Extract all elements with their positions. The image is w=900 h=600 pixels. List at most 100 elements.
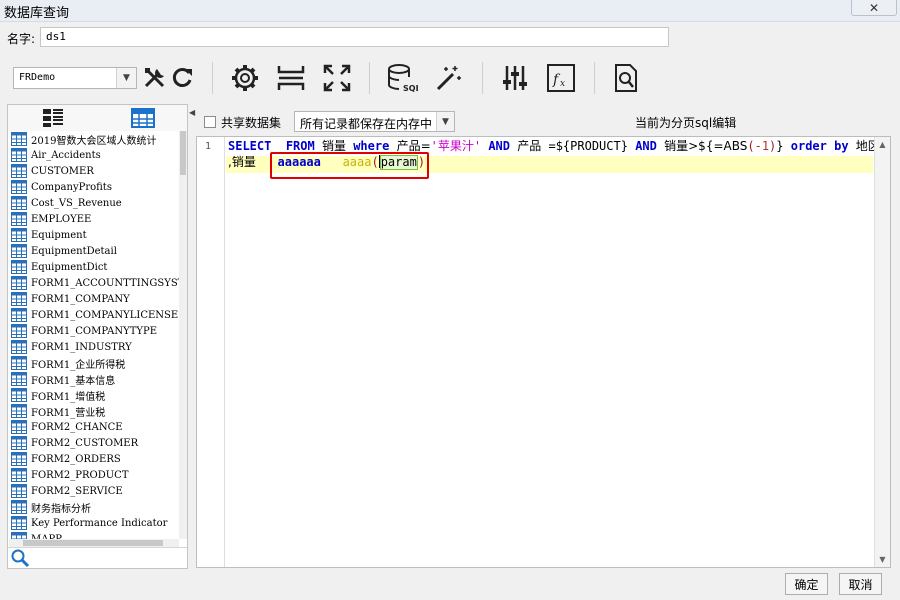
table-list-panel: 2019智数大会区域人数统计 Air_Accidents CUSTOMER Compa… — [7, 104, 188, 569]
table-list-item[interactable]: FORM1_COMPANY — [9, 291, 179, 307]
table-icon — [11, 228, 27, 242]
share-dataset-label: 共享数据集 — [221, 116, 282, 130]
table-list-item[interactable]: FORM1_企业所得税 — [9, 355, 179, 371]
sql-editor[interactable]: 1 SELECT FROM 销量 where 产品='苹果汁' AND 产品 =… — [196, 136, 891, 568]
brace: } — [776, 139, 784, 153]
sliders-icon[interactable] — [499, 62, 531, 94]
table-name: FORM2_CUSTOMER — [31, 437, 139, 449]
table-list-item[interactable]: FORM1_COMPANYTYPE — [9, 323, 179, 339]
table-icon — [11, 372, 27, 386]
table-icon — [11, 196, 27, 210]
table-icon — [11, 132, 27, 146]
table-list-item[interactable]: FORM1_营业税 — [9, 403, 179, 419]
table-list-item[interactable]: EquipmentDict — [9, 259, 179, 275]
search-icon — [11, 549, 30, 568]
formula-fx-icon[interactable]: fx — [545, 62, 577, 94]
ident-sales-formula: 销量>${=ABS — [664, 139, 748, 153]
table-icon — [11, 212, 27, 226]
table-list-item[interactable]: 2019智数大会区域人数统计 — [9, 131, 179, 147]
table-list-item[interactable]: FORM2_SERVICE — [9, 483, 179, 499]
table-search-bar[interactable] — [8, 547, 187, 568]
preview-search-icon[interactable] — [610, 62, 642, 94]
table-icon — [11, 452, 27, 466]
kw-from: FROM — [285, 139, 315, 153]
table-icon — [11, 340, 27, 354]
table-list-item[interactable]: Equipment — [9, 227, 179, 243]
refresh-icon[interactable] — [166, 62, 198, 94]
table-list-item[interactable]: Cost_VS_Revenue — [9, 195, 179, 211]
toolbar-separator — [369, 62, 370, 94]
table-icon — [11, 468, 27, 482]
kw-where: where — [353, 139, 390, 153]
table-list-item[interactable]: CUSTOMER — [9, 163, 179, 179]
table-name: FORM2_CHANCE — [31, 421, 123, 433]
list-view-tab[interactable] — [41, 107, 65, 129]
table-name: FORM1_COMPANYTYPE — [31, 325, 158, 337]
close-button[interactable]: ✕ — [851, 0, 897, 16]
scroll-down-icon[interactable]: ▼ — [875, 552, 890, 567]
table-name: FORM1_营业税 — [31, 407, 106, 419]
name-input[interactable]: ds1 — [40, 27, 669, 47]
table-list-vscroll[interactable] — [179, 131, 187, 539]
table-list-item[interactable]: FORM2_ORDERS — [9, 451, 179, 467]
table-list-item[interactable]: FORM1_ACCOUNTTINGSYSTEM — [9, 275, 179, 291]
ok-button[interactable]: 确定 — [785, 573, 828, 595]
table-list-item[interactable]: EMPLOYEE — [9, 211, 179, 227]
table-list-hscroll[interactable] — [9, 539, 179, 547]
table-name: EquipmentDetail — [31, 245, 117, 257]
name-label: 名字: — [7, 32, 36, 46]
fullscreen-expand-icon[interactable] — [321, 62, 353, 94]
window-title: 数据库查询 — [4, 6, 70, 21]
table-name: Air_Accidents — [31, 149, 101, 161]
kw-and: AND — [488, 139, 510, 153]
table-list-item[interactable]: FORM1_COMPANYLICENSE — [9, 307, 179, 323]
table-name: CompanyProfits — [31, 181, 112, 193]
table-name: FORM1_企业所得税 — [31, 359, 126, 371]
datasource-select[interactable]: FRDemo ▼ — [13, 67, 137, 89]
table-list-item[interactable]: FORM2_PRODUCT — [9, 467, 179, 483]
table-list-item[interactable]: 财务指标分析 — [9, 499, 179, 515]
table-icon — [11, 260, 27, 274]
table-list-item[interactable]: FORM2_CUSTOMER — [9, 435, 179, 451]
sql-database-icon[interactable]: SQL — [386, 62, 418, 94]
table-icon — [11, 484, 27, 498]
line-number-gutter: 1 — [197, 137, 225, 567]
table-list-item[interactable]: MAPP — [9, 531, 179, 539]
table-name: FORM1_COMPANY — [31, 293, 130, 305]
kw-select: SELECT — [228, 139, 272, 153]
table-name: FORM1_INDUSTRY — [31, 341, 132, 353]
paren: ( — [747, 139, 755, 153]
table-name: Key Performance Indicator — [31, 517, 168, 529]
table-list-item[interactable]: FORM1_增值税 — [9, 387, 179, 403]
table-list: 2019智数大会区域人数统计 Air_Accidents CUSTOMER Compa… — [9, 131, 179, 539]
chevron-down-icon: ▼ — [436, 112, 454, 131]
editor-vscroll[interactable]: ▲ ▼ — [874, 137, 890, 567]
toolbar-separator — [594, 62, 595, 94]
settings-gear-icon[interactable] — [229, 62, 261, 94]
line-number: 1 — [205, 141, 212, 152]
table-list-item[interactable]: FORM1_INDUSTRY — [9, 339, 179, 355]
cancel-button[interactable]: 取消 — [839, 573, 882, 595]
table-list-item[interactable]: CompanyProfits — [9, 179, 179, 195]
table-icon — [11, 516, 27, 530]
table-icon — [11, 148, 27, 162]
table-icon — [11, 500, 27, 514]
magic-wand-icon[interactable] — [432, 62, 464, 94]
collapse-arrow-icon[interactable]: ◀ — [189, 108, 195, 117]
table-icon — [11, 420, 27, 434]
kw-order-by: order by — [790, 139, 849, 153]
table-list-item[interactable]: EquipmentDetail — [9, 243, 179, 259]
share-dataset-checkbox[interactable] — [204, 116, 216, 128]
page-split-icon[interactable] — [275, 62, 307, 94]
table-icon — [11, 164, 27, 178]
table-list-item[interactable]: FORM2_CHANCE — [9, 419, 179, 435]
scroll-up-icon[interactable]: ▲ — [875, 137, 890, 152]
table-view-tab[interactable] — [131, 107, 155, 129]
title-bar: 数据库查询 — [0, 0, 900, 22]
table-name: FORM2_ORDERS — [31, 453, 121, 465]
ident-product: 产品= — [396, 139, 431, 153]
table-list-item[interactable]: Air_Accidents — [9, 147, 179, 163]
table-list-item[interactable]: FORM1_基本信息 — [9, 371, 179, 387]
memory-option-select[interactable]: 所有记录都保存在内存中 ▼ — [294, 111, 455, 132]
table-list-item[interactable]: Key Performance Indicator — [9, 515, 179, 531]
